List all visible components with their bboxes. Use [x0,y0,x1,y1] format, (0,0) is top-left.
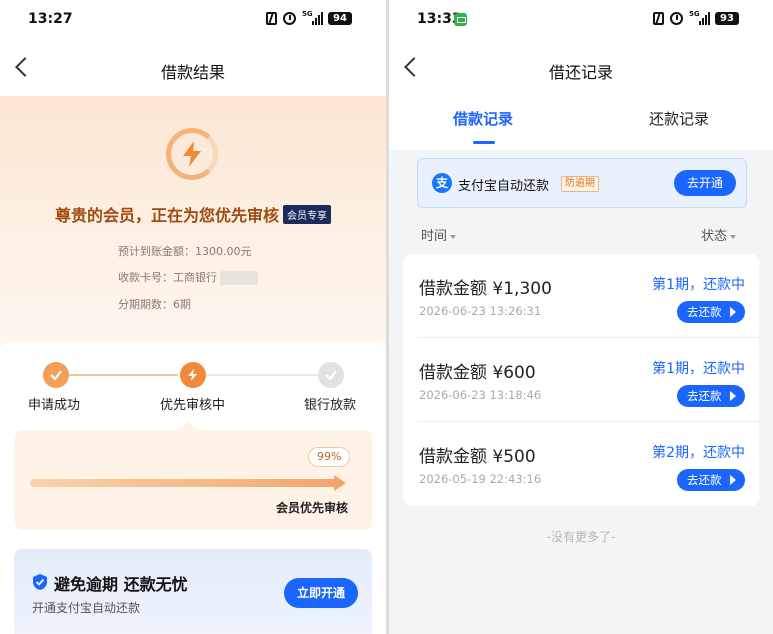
installment-periods: 分期期数：6期 [118,298,191,311]
active-tab-indicator [473,141,495,144]
alarm-icon [670,12,683,25]
battery-icon: 93 [715,12,739,25]
play-triangle-icon [730,391,736,401]
lightning-ring-icon [166,128,218,180]
record-time: 2026-05-19 22:43:16 [419,472,542,486]
alarm-icon [283,12,296,25]
shield-check-icon [33,574,47,590]
loan-result-screen: 13:27 5G 94 借款结果 尊贵的会员，正在为您优先审核 会员专享 预计到账… [0,0,386,634]
caret-down-icon [730,234,737,239]
repay-button[interactable]: 去还款 [677,301,745,323]
status-bar: 13:27 5G 94 [0,0,386,40]
status-icons: 5G 93 [653,10,739,25]
alipay-auto-repay-banner: 支 支付宝自动还款 防逾期 去开通 [417,158,747,208]
signal-icon: 5G [302,10,323,25]
status-time: 13:27 [28,11,73,27]
record-tabs: 借款记录 还款记录 [389,96,773,146]
loan-record-row[interactable]: 借款金额 ¥600 2026-06-23 13:18:46 第1期，还款中 去还… [403,338,759,422]
promo-subtitle: 开通支付宝自动还款 [32,601,141,615]
list-end-text: -没有更多了- [546,530,616,544]
step-connector [68,374,178,376]
nfc-icon [653,12,664,25]
record-status: 第2期，还款中 [652,445,745,461]
review-progress-bar [30,479,340,487]
caret-down-icon [450,234,457,239]
enable-now-button[interactable]: 立即开通 [284,578,358,608]
record-time: 2026-06-23 13:26:31 [419,304,542,318]
progress-label: 会员优先审核 [276,501,349,515]
status-bar: 13:33 5G 93 [389,0,773,40]
step-current-lightning-icon [180,362,206,388]
alipay-icon: 支 [432,173,452,193]
sort-by-time[interactable]: 时间 [421,225,457,244]
auto-repay-promo: 避免逾期 还款无忧 开通支付宝自动还款 立即开通 [14,549,372,634]
status-icons: 5G 94 [266,10,352,25]
record-status: 第1期，还款中 [652,361,745,377]
step-label-applied: 申请成功 [28,398,81,413]
battery-icon: 94 [328,12,352,25]
step-label-reviewing: 优先审核中 [160,398,226,413]
nav-bar: 借款结果 [0,48,386,92]
expected-amount: 预计到账金额：1300.00元 [118,245,252,258]
signal-icon: 5G [689,10,710,25]
repay-button[interactable]: 去还款 [677,385,745,407]
step-pending-check-icon [318,362,344,388]
record-status: 第1期，还款中 [652,277,745,293]
record-time: 2026-06-23 13:18:46 [419,388,542,402]
record-amount: 借款金额 ¥500 [419,447,536,467]
tab-repayment-records[interactable]: 还款记录 [649,108,709,129]
loan-record-row[interactable]: 借款金额 ¥1,300 2026-06-23 13:26:31 第1期，还款中 … [403,254,759,338]
step-done-check-icon [43,362,69,388]
card-number-mask [220,271,258,285]
message-icon [454,13,467,26]
page-title: 借还记录 [548,63,613,82]
progress-percent: 99% [308,447,351,467]
play-triangle-icon [730,475,736,485]
step-connector [206,374,318,376]
member-badge: 会员专享 [283,204,331,224]
review-title: 尊贵的会员，正在为您优先审核 会员专享 [0,202,386,226]
receiving-card: 收款卡号：工商银行 [118,269,258,285]
promo-title: 避免逾期 还款无忧 [54,575,188,594]
play-triangle-icon [730,307,736,317]
sort-by-status[interactable]: 状态 [701,225,737,244]
prevent-overdue-badge: 防逾期 [561,176,599,192]
repay-button[interactable]: 去还款 [677,469,745,491]
record-amount: 借款金额 ¥600 [419,363,536,383]
loan-record-row[interactable]: 借款金额 ¥500 2026-05-19 22:43:16 第2期，还款中 去还… [403,422,759,506]
go-enable-button[interactable]: 去开通 [674,170,736,196]
page-title: 借款结果 [160,63,225,82]
step-label-disbursing: 银行放款 [304,398,357,413]
alipay-banner-text: 支付宝自动还款 [458,179,550,194]
record-amount: 借款金额 ¥1,300 [419,279,552,299]
tab-loan-records[interactable]: 借款记录 [453,108,513,129]
loan-records-screen: 13:33 5G 93 借还记录 借款记录 还款记录 支 支付宝自动还款 防逾期… [389,0,773,634]
nfc-icon [266,12,277,25]
progress-arrow-head [334,475,346,491]
nav-bar: 借还记录 [389,48,773,92]
review-hero: 尊贵的会员，正在为您优先审核 会员专享 预计到账金额：1300.00元 收款卡号：… [0,96,386,346]
